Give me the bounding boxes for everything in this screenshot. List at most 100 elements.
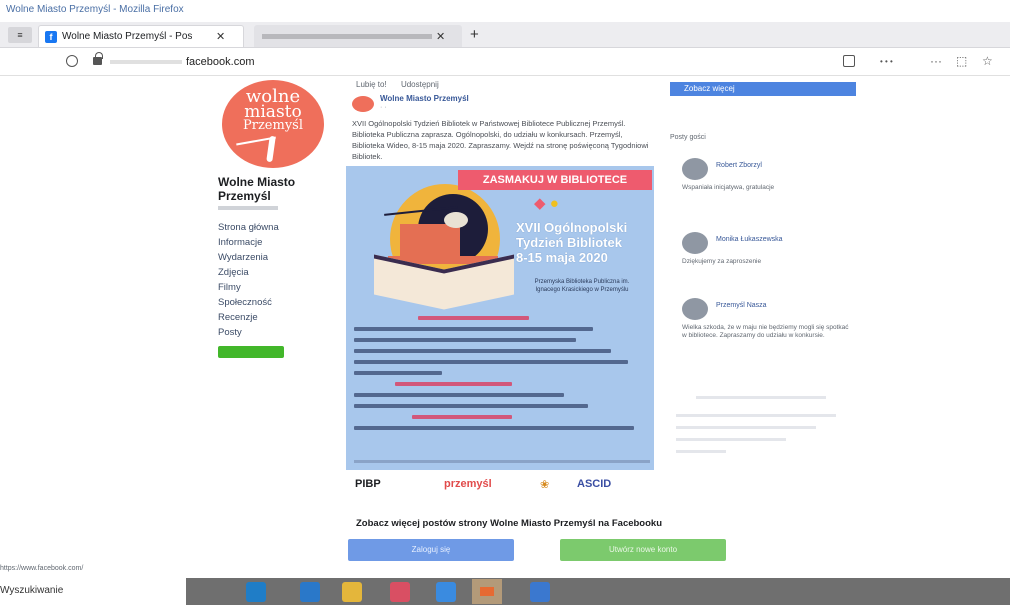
- visitor-name[interactable]: Przemyśl Nasza: [716, 302, 767, 309]
- mail-icon[interactable]: [300, 582, 320, 602]
- poster-dots-icon: ◆ ●: [534, 195, 559, 212]
- page-nav-reviews[interactable]: Recenzje: [218, 310, 330, 325]
- sponsor-logo-flower: ❀: [540, 479, 550, 491]
- see-more-posts-text: Zobacz więcej postów strony Wolne Miasto…: [356, 518, 663, 529]
- visitor-name[interactable]: Robert Zborzyl: [716, 162, 762, 169]
- poster-line: [354, 404, 588, 408]
- page-nav-events[interactable]: Wydarzenia: [218, 250, 330, 265]
- poster-line: [354, 338, 576, 342]
- heart-app-icon[interactable]: [390, 582, 410, 602]
- edge-browser-icon[interactable]: [246, 582, 266, 602]
- taskbar: [186, 578, 1010, 605]
- logo-figure-shape: [266, 135, 276, 163]
- post-author[interactable]: Wolne Miasto Przemyśl: [380, 94, 469, 103]
- post-actions: Lubię to! Udostępnij: [346, 80, 656, 94]
- status-bar-url: https://www.facebook.com/: [0, 565, 84, 572]
- site-info-icon[interactable]: [66, 55, 78, 67]
- navigation-bar: facebook.com • • • ··· ⬚ ☆: [0, 48, 1010, 76]
- tab-list-menu-icon[interactable]: ≡: [8, 27, 32, 43]
- poster-dates: 8-15 maja 2020: [516, 250, 608, 265]
- reader-view-icon[interactable]: [843, 55, 855, 67]
- page-nav-videos[interactable]: Filmy: [218, 280, 330, 295]
- page-nav-community[interactable]: Społeczność: [218, 295, 330, 310]
- sponsor-logo-przemysl: przemyśl: [444, 478, 492, 490]
- poster-line: [354, 327, 594, 331]
- tab-second[interactable]: ✕: [254, 25, 462, 47]
- post-timestamp[interactable]: · ·: [380, 104, 387, 111]
- faded-line: [676, 438, 786, 441]
- post: Lubię to! Udostępnij Wolne Miasto Przemy…: [346, 80, 656, 162]
- poster-line: [354, 393, 565, 397]
- post-image-poster[interactable]: ZASMAKUJ W BIBLIOTECE ◆ ● XVII Ogólnopol…: [346, 166, 654, 470]
- page-nav-about[interactable]: Informacje: [218, 235, 330, 250]
- poster-footer-strip: [354, 460, 650, 463]
- tab-close-icon[interactable]: ✕: [216, 30, 225, 43]
- create-account-button[interactable]: Utwórz nowe konto: [560, 539, 726, 561]
- store-icon[interactable]: [530, 582, 550, 602]
- poster-line: [354, 371, 442, 375]
- visitor-post-text: Wielka szkoda, że w maju nie będziemy mo…: [682, 324, 849, 339]
- page-profile-logo[interactable]: wolne miasto Przemyśl: [222, 80, 324, 168]
- poster-line: [418, 316, 530, 320]
- poster-line: [354, 349, 611, 353]
- poster-line: [354, 360, 629, 364]
- like-link[interactable]: Lubię to!: [356, 80, 387, 89]
- firefox-icon[interactable]: [472, 579, 502, 604]
- poster-light-shape: [444, 212, 468, 228]
- post-header: Wolne Miasto Przemyśl · ·: [346, 94, 656, 116]
- sponsor-logo-pibp: PIBP: [355, 478, 381, 490]
- visitor-posts-heading: Posty gości: [670, 134, 706, 141]
- tab-strip: ≡ f Wolne Miasto Przemyśl - Pos ✕ ✕ +: [0, 22, 1010, 48]
- page-actions-menu-icon[interactable]: ···: [930, 54, 942, 68]
- bookmark-star-icon[interactable]: ☆: [982, 54, 993, 68]
- poster-organizer-text: Przemyska Biblioteka Publiczna im. Ignac…: [534, 279, 630, 293]
- page-nav-photos[interactable]: Zdjęcia: [218, 265, 330, 280]
- poster-title-line1: XVII Ogólnopolski: [516, 220, 628, 235]
- facebook-favicon-icon: f: [45, 30, 57, 43]
- page-nav-home[interactable]: Strona główna: [218, 220, 330, 235]
- tab-label: Wolne Miasto Przemyśl - Pos: [62, 31, 193, 42]
- faded-line: [676, 426, 816, 429]
- post-text: XVII Ogólnopolski Tydzień Bibliotek w Pa…: [352, 119, 649, 161]
- page-handle-blurred: [218, 206, 278, 210]
- lock-icon[interactable]: [93, 52, 103, 65]
- poster-title-line2: Tydzień Bibliotek: [516, 235, 622, 250]
- page-sidebar: wolne miasto Przemyśl Wolne Miasto Przem…: [218, 80, 330, 358]
- create-page-button[interactable]: [218, 346, 284, 358]
- page-nav-list: Strona główna Informacje Wydarzenia Zdję…: [218, 220, 330, 340]
- folder-icon[interactable]: [342, 582, 362, 602]
- poster-organizer: Przemyska Biblioteka Publiczna im. Ignac…: [522, 278, 642, 304]
- visitor-avatar[interactable]: [682, 298, 708, 320]
- tab-facebook-page[interactable]: f Wolne Miasto Przemyśl - Pos ✕: [38, 25, 244, 47]
- see-more-bar[interactable]: Zobacz więcej: [670, 82, 856, 96]
- poster-line: [394, 382, 512, 386]
- visitor-name[interactable]: Monika Łukaszewska: [716, 236, 783, 243]
- pocket-icon[interactable]: ⬚: [956, 54, 967, 68]
- poster-program-lines: [354, 316, 646, 437]
- url-bar[interactable]: facebook.com: [186, 56, 254, 68]
- poster-line: [354, 426, 635, 430]
- url-path-blurred: [110, 60, 182, 64]
- poster-line: [412, 415, 512, 419]
- new-tab-plus-icon[interactable]: +: [470, 26, 479, 43]
- tab-label-blurred: [262, 33, 432, 39]
- post-avatar[interactable]: [352, 96, 374, 112]
- window-title: Wolne Miasto Przemyśl - Mozilla Firefox: [6, 4, 184, 15]
- login-button[interactable]: Zaloguj się: [348, 539, 514, 561]
- poster-title: XVII Ogólnopolski Tydzień Bibliotek 8-15…: [516, 220, 652, 265]
- tab-close-icon[interactable]: ✕: [436, 30, 445, 43]
- dropbox-icon[interactable]: [436, 582, 456, 602]
- status-bar-text: Wyszukiwanie: [0, 585, 64, 596]
- visitor-avatar[interactable]: [682, 232, 708, 254]
- sponsor-logo-ascid: ASCID: [577, 478, 612, 490]
- logo-text-line3: Przemyśl: [242, 118, 303, 133]
- page-nav-posts[interactable]: Posty: [218, 325, 330, 340]
- visitor-avatar[interactable]: [682, 158, 708, 180]
- zoom-indicator[interactable]: • • •: [880, 57, 893, 66]
- faded-line: [676, 450, 726, 453]
- visitor-post-text: Wspaniała inicjatywa, gratulacje: [682, 184, 775, 191]
- faded-line: [696, 396, 826, 399]
- page-title[interactable]: Wolne Miasto Przemyśl: [218, 175, 330, 203]
- share-link[interactable]: Udostępnij: [401, 80, 439, 89]
- window-titlebar: Wolne Miasto Przemyśl - Mozilla Firefox: [0, 0, 1010, 22]
